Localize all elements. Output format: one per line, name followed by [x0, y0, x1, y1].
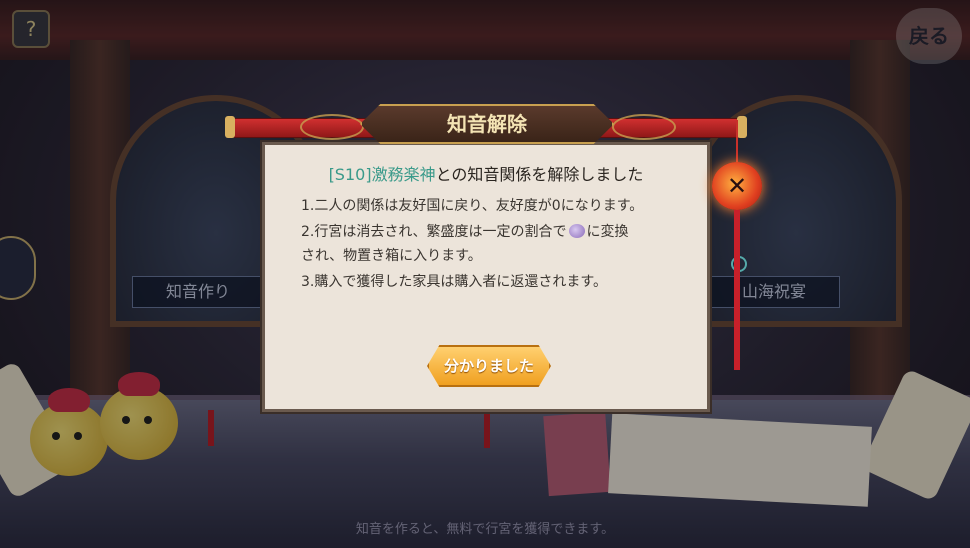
ornament-right — [612, 114, 676, 140]
rule-line-2a: 2.行宮は消去され、繁盛度は一定の割合で — [301, 224, 567, 240]
headline-text: との知音関係を解除しました — [435, 165, 644, 184]
rule-line-2: 2.行宮は消去され、繁盛度は一定の割合で に変換 — [301, 221, 629, 241]
partner-name: 激務楽神 — [371, 165, 436, 184]
dialog-title: 知音解除 — [360, 104, 614, 144]
dissolve-dialog: [S10]激務楽神との知音関係を解除しました 1.二人の関係は友好国に戻り、友好… — [262, 142, 710, 412]
rod-cap-left — [225, 116, 235, 138]
rule-line-3: 3.購入で獲得した家具は購入者に返還されます。 — [301, 274, 607, 290]
dialog-headline: [S10]激務楽神との知音関係を解除しました — [265, 161, 707, 185]
close-button[interactable]: ✕ — [712, 162, 762, 210]
rod-cap-right — [737, 116, 747, 138]
rule-line-2c: され、物置き箱に入ります。 — [301, 248, 482, 264]
lantern-tassel — [734, 210, 740, 370]
server-tag: [S10] — [328, 165, 372, 184]
coin-purse-icon — [568, 224, 585, 238]
rule-line-2b: に変換 — [586, 224, 629, 240]
ornament-left — [300, 114, 364, 140]
confirm-button[interactable]: 分かりました — [427, 345, 551, 387]
rule-line-1: 1.二人の関係は友好国に戻り、友好度が0になります。 — [301, 198, 644, 214]
lantern-string — [736, 120, 738, 162]
